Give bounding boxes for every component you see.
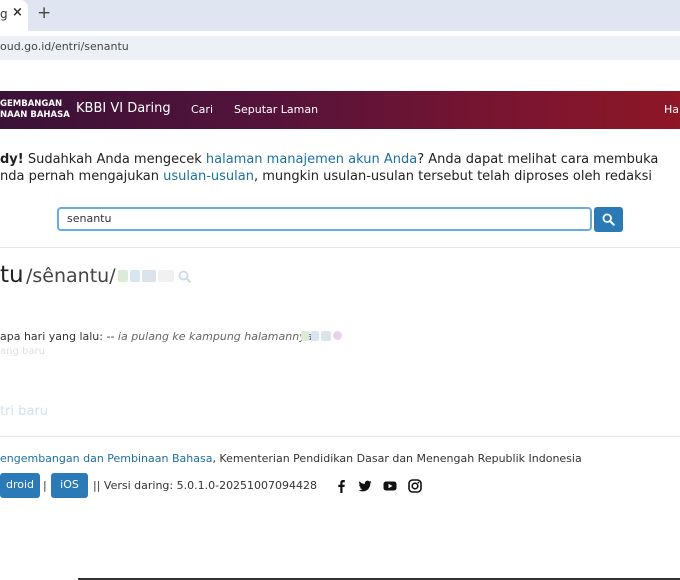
separator: | <box>43 479 47 492</box>
facebook-icon[interactable] <box>334 479 348 493</box>
footer-credit: engembangan dan Pembinaan Bahasa, Kement… <box>0 452 582 465</box>
search-icon <box>602 213 615 226</box>
edit-icon[interactable] <box>118 270 128 282</box>
brand-link[interactable]: KBBI VI Daring <box>76 101 171 116</box>
notice-line2: nda pernah mengajukan usulan-usulan, mun… <box>0 169 652 184</box>
notice-greeting: dy! <box>0 152 24 167</box>
url-text[interactable]: oud.go.id/entri/senantu <box>0 40 129 53</box>
instagram-icon[interactable] <box>408 479 422 493</box>
search-input[interactable]: senantu <box>57 207 592 231</box>
browser-tab-bar <box>0 0 680 31</box>
copy-icon[interactable] <box>130 270 140 282</box>
divider <box>0 247 680 248</box>
tab-title: g <box>0 7 8 21</box>
nav-halaman[interactable]: Hal <box>664 103 680 116</box>
tab-close-icon[interactable]: × <box>12 5 23 20</box>
org-name-line2[interactable]: NAAN BAHASA <box>0 110 70 121</box>
edit-icon[interactable] <box>301 331 309 341</box>
notice-text: Sudahkah Anda mengecek <box>23 152 206 167</box>
account-management-link[interactable]: halaman manajemen akun Anda <box>206 152 417 167</box>
notice-line1: dy! Sudahkah Anda mengecek halaman manaj… <box>0 152 658 167</box>
org-footer-link[interactable]: engembangan dan Pembinaan Bahasa <box>0 452 212 465</box>
divider <box>0 436 680 437</box>
android-button[interactable]: droid <box>0 473 40 498</box>
notice-text: ? Anda dapat melihat cara membuka <box>417 152 659 167</box>
blank-icon <box>158 270 174 282</box>
copy-icon[interactable] <box>311 331 319 341</box>
search-button[interactable] <box>594 207 623 232</box>
example-sentence: apa hari yang lalu: -- ia pulang ke kamp… <box>0 330 312 343</box>
footer-text: , Kementerian Pendidikan Dasar dan Menen… <box>212 452 582 465</box>
ios-button[interactable]: iOS <box>51 473 88 498</box>
list-icon[interactable] <box>321 331 331 341</box>
entry-pronunciation: /sênantu/ <box>26 265 116 287</box>
list-icon[interactable] <box>142 270 156 282</box>
faded-text: ang baru <box>0 346 45 357</box>
search-icon[interactable] <box>178 270 192 284</box>
org-name-line1[interactable]: GEMBANGAN <box>0 99 62 110</box>
example-text: ia pulang ke kampung halamannya <box>117 330 313 343</box>
version-text: || Versi daring: 5.0.1.0-20251007094428 <box>93 479 318 492</box>
new-entry-link[interactable]: tri baru <box>0 404 48 419</box>
entry-headword: tu <box>0 262 24 288</box>
notice-text: , mungkin usulan-usulan tersebut telah d… <box>254 169 653 184</box>
new-tab-button[interactable]: + <box>37 3 51 23</box>
youtube-icon[interactable] <box>383 479 397 493</box>
nav-seputar-laman[interactable]: Seputar Laman <box>234 103 318 116</box>
proposals-link[interactable]: usulan-usulan <box>163 169 254 184</box>
notice-text: nda pernah mengajukan <box>0 169 164 184</box>
eye-icon[interactable] <box>333 331 342 340</box>
example-prefix: apa hari yang lalu: -- <box>0 330 118 343</box>
nav-cari[interactable]: Cari <box>191 103 213 116</box>
twitter-icon[interactable] <box>358 479 372 493</box>
